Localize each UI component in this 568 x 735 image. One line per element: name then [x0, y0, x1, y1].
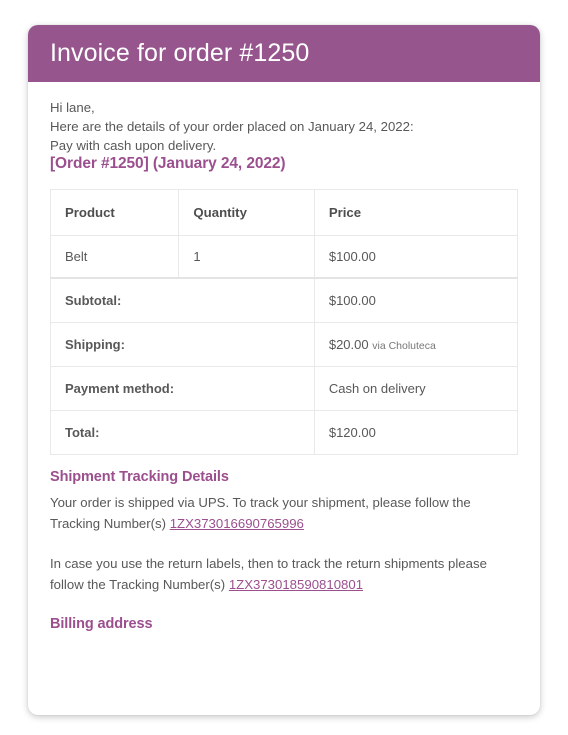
cell-product-name: Belt: [49, 235, 180, 279]
table-row-payment-method: Payment method: Cash on delivery: [50, 366, 519, 411]
table-row-subtotal: Subtotal: $100.00: [50, 277, 519, 323]
order-heading: [Order #1250] (January 24, 2022): [50, 155, 286, 172]
table-header-row: Product Quantity Price: [49, 189, 519, 236]
billing-address-heading: Billing address: [50, 616, 153, 632]
table-row-shipping: Shipping: $20.00 via Choluteca: [50, 322, 519, 367]
invoice-card: Invoice for order #1250 Hi lane, Here ar…: [28, 25, 540, 715]
value-total: $120.00: [313, 410, 519, 455]
value-payment-method: Cash on delivery: [313, 366, 519, 411]
cell-product-price: $100.00: [313, 235, 519, 279]
invoice-body: Hi lane, Here are the details of your or…: [28, 82, 540, 632]
value-shipping: $20.00 via Choluteca: [313, 322, 519, 367]
tracking-number-link-outbound[interactable]: 1ZX373016690765996: [170, 516, 304, 531]
label-total: Total:: [50, 410, 315, 455]
cell-product-quantity: 1: [178, 235, 315, 279]
label-payment-method: Payment method:: [50, 366, 315, 411]
label-shipping: Shipping:: [50, 322, 315, 367]
table-row: Belt 1 $100.00: [49, 235, 519, 279]
shipment-tracking-heading: Shipment Tracking Details: [50, 469, 229, 485]
table-body: Belt 1 $100.00 Subtotal: $100.00 Shippin…: [49, 235, 519, 455]
order-details-text: Here are the details of your order place…: [50, 119, 414, 134]
column-header-price: Price: [313, 189, 519, 236]
payment-instruction-text: Pay with cash upon delivery.: [50, 138, 217, 153]
column-header-product: Product: [49, 189, 180, 236]
greeting-text: Hi lane,: [50, 100, 95, 115]
label-subtotal: Subtotal:: [50, 277, 315, 323]
shipping-carrier-note: via Choluteca: [372, 340, 436, 352]
tracking-number-link-return[interactable]: 1ZX373018590810801: [229, 577, 363, 592]
column-header-quantity: Quantity: [178, 189, 315, 236]
order-items-table: Product Quantity Price Belt 1 $100.00 Su…: [49, 189, 519, 455]
page-title: Invoice for order #1250: [50, 39, 310, 67]
tracking-paragraph-outbound: Your order is shipped via UPS. To track …: [50, 492, 518, 534]
tracking-paragraph-return: In case you use the return labels, then …: [50, 553, 518, 595]
email-invoice-page: Invoice for order #1250 Hi lane, Here ar…: [0, 0, 568, 735]
table-row-total: Total: $120.00: [50, 410, 519, 455]
invoice-header: Invoice for order #1250: [28, 25, 540, 82]
shipping-amount: $20.00: [328, 337, 369, 352]
table-head: Product Quantity Price: [49, 189, 519, 236]
value-subtotal: $100.00: [313, 277, 519, 323]
